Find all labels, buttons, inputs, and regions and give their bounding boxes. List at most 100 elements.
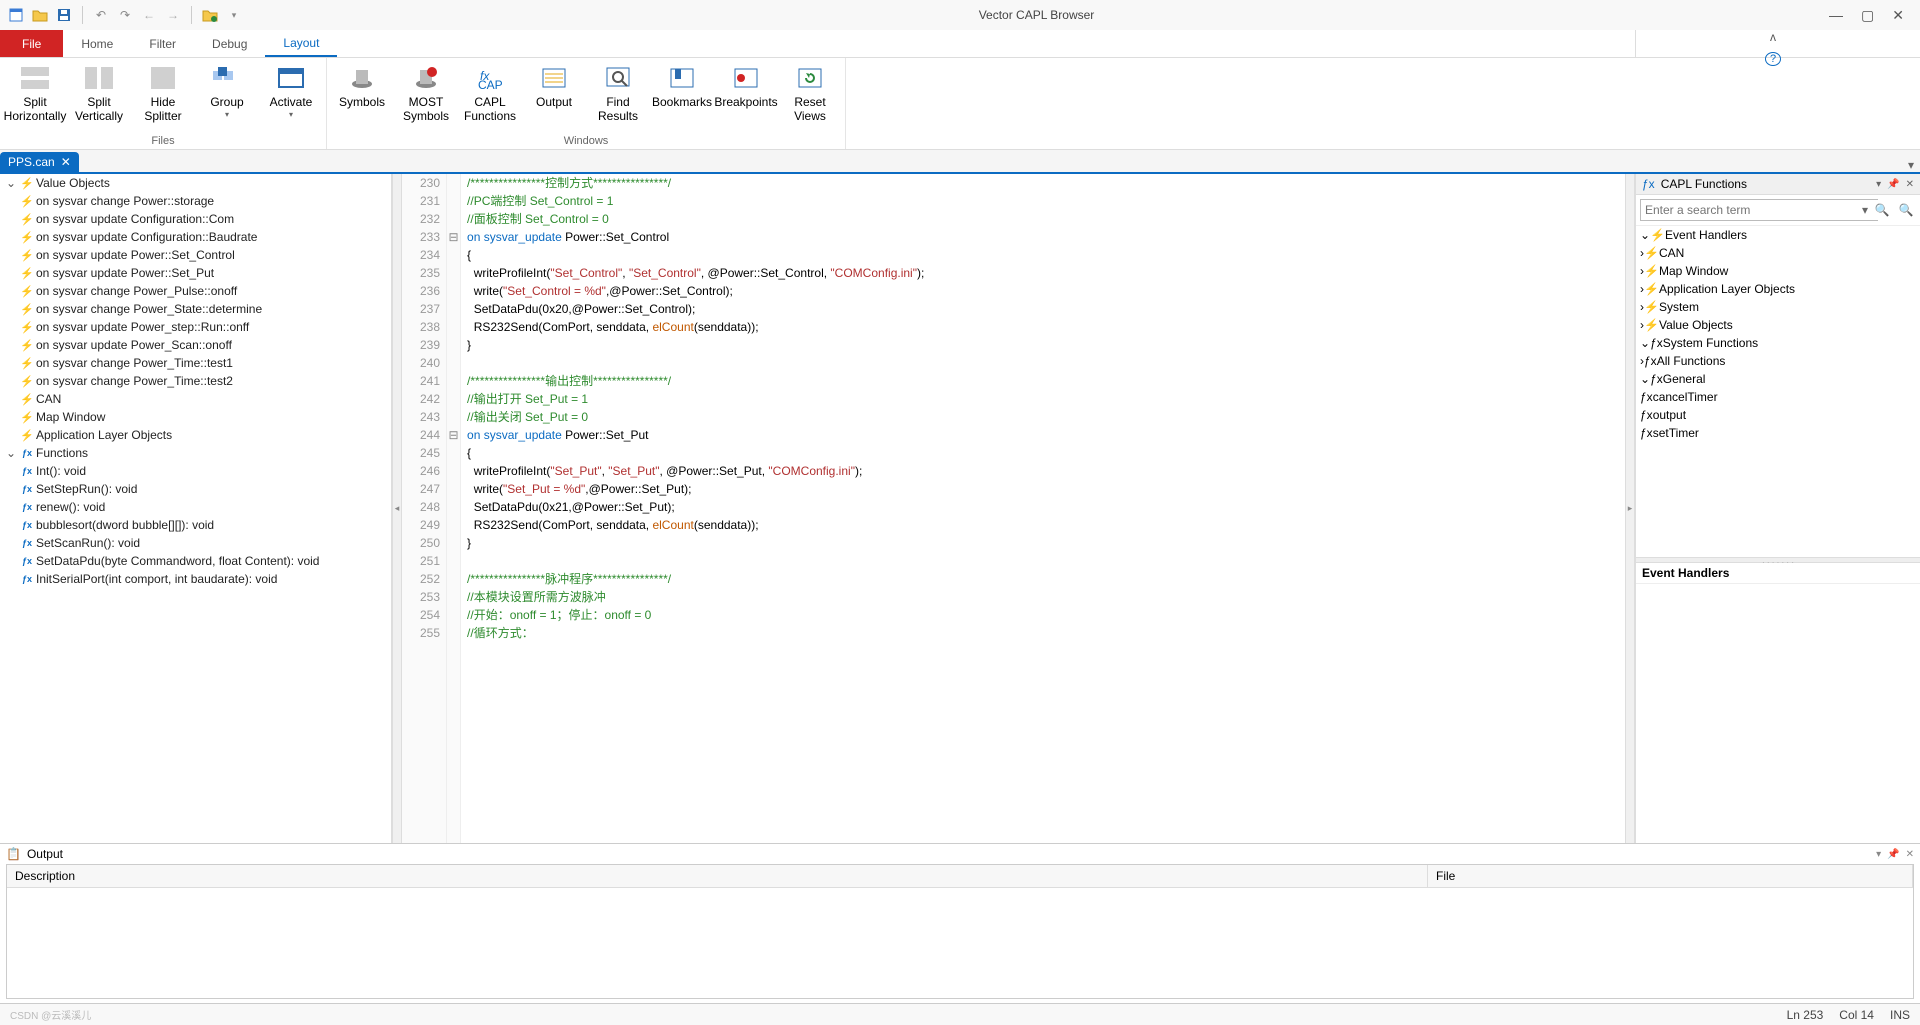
qat-redo-icon[interactable]: ↷ xyxy=(115,5,135,25)
tree-sysvar-3[interactable]: ⚡on sysvar update Power::Set_Control xyxy=(0,246,391,264)
left-collapse-handle[interactable]: ◂ xyxy=(392,174,402,843)
tree-func-6[interactable]: ƒxInitSerialPort(int comport, int baudar… xyxy=(0,570,391,588)
search-binoculars-icon[interactable]: 🔍 xyxy=(1872,200,1892,220)
bookmarks-button[interactable]: Bookmarks xyxy=(655,62,709,110)
tree-sysvar-7[interactable]: ⚡on sysvar update Power_step::Run::onff xyxy=(0,318,391,336)
tree-app-layer[interactable]: ⚡Application Layer Objects xyxy=(0,426,391,444)
output-menu-icon[interactable]: ▾ xyxy=(1876,849,1881,860)
panel-pin-icon[interactable]: 📌 xyxy=(1887,179,1899,190)
rtree-eh-0[interactable]: ›⚡CAN xyxy=(1636,244,1920,262)
tab-filter[interactable]: Filter xyxy=(131,30,194,57)
qat-folder-icon[interactable] xyxy=(200,5,220,25)
tree-functions[interactable]: ⌄ƒxFunctions xyxy=(0,444,391,462)
group-files-label: Files xyxy=(151,133,174,147)
qat-save-icon[interactable] xyxy=(54,5,74,25)
detail-title: Event Handlers xyxy=(1636,563,1920,584)
main-area: ⌄⚡Value Objects⚡on sysvar change Power::… xyxy=(0,174,1920,843)
tree-value-objects[interactable]: ⌄⚡Value Objects xyxy=(0,174,391,192)
panel-close-icon[interactable]: ✕ xyxy=(1906,179,1914,190)
help-icon[interactable]: ? xyxy=(1765,52,1781,66)
most-symbols-button[interactable]: MOST Symbols xyxy=(399,62,453,124)
right-collapse-handle[interactable]: ▸ xyxy=(1625,174,1635,843)
tree-sysvar-8[interactable]: ⚡on sysvar update Power_Scan::onoff xyxy=(0,336,391,354)
group-button[interactable]: Group▾ xyxy=(200,62,254,119)
tree-func-1[interactable]: ƒxSetStepRun(): void xyxy=(0,480,391,498)
tree-sysvar-0[interactable]: ⚡on sysvar change Power::storage xyxy=(0,192,391,210)
close-window-button[interactable]: ✕ xyxy=(1892,7,1904,24)
output-col-file[interactable]: File xyxy=(1428,865,1913,887)
file-tab-close-icon[interactable]: ✕ xyxy=(61,155,71,169)
rtree-gen-0[interactable]: ƒxcancelTimer xyxy=(1636,388,1920,406)
hide-splitter-button[interactable]: Hide Splitter xyxy=(136,62,190,124)
tree-sysvar-1[interactable]: ⚡on sysvar update Configuration::Com xyxy=(0,210,391,228)
file-tab-menu-icon[interactable]: ▾ xyxy=(1902,158,1920,172)
qat-undo-icon[interactable]: ↶ xyxy=(91,5,111,25)
rtree-eh-2[interactable]: ›⚡Application Layer Objects xyxy=(1636,280,1920,298)
symbols-button[interactable]: Symbols xyxy=(335,62,389,110)
status-col: Col 14 xyxy=(1839,1008,1874,1022)
capl-functions-button[interactable]: fxCAPLCAPL Functions xyxy=(463,62,517,124)
output-close-icon[interactable]: ✕ xyxy=(1906,849,1914,860)
file-tab-strip: PPS.can ✕ ▾ xyxy=(0,150,1920,174)
search-highlight-icon[interactable]: 🔍 xyxy=(1896,200,1916,220)
tab-file[interactable]: File xyxy=(0,30,63,57)
rtree-sys-func[interactable]: ⌄ƒxSystem Functions xyxy=(1636,334,1920,352)
breakpoints-button[interactable]: Breakpoints xyxy=(719,62,773,110)
tab-home[interactable]: Home xyxy=(63,30,131,57)
capl-search-input[interactable] xyxy=(1640,199,1878,221)
rtree-gen-1[interactable]: ƒxoutput xyxy=(1636,406,1920,424)
tree-sysvar-4[interactable]: ⚡on sysvar update Power::Set_Put xyxy=(0,264,391,282)
panel-menu-icon[interactable]: ▾ xyxy=(1876,179,1881,190)
minimize-button[interactable]: — xyxy=(1829,7,1843,24)
rtree-eh-3[interactable]: ›⚡System xyxy=(1636,298,1920,316)
tree-func-0[interactable]: ƒxInt(): void xyxy=(0,462,391,480)
status-bar: CSDN @云溪溪儿 Ln 253 Col 14 INS xyxy=(0,1003,1920,1025)
tab-layout[interactable]: Layout xyxy=(265,30,337,57)
rtree-eh-4[interactable]: ›⚡Value Objects xyxy=(1636,316,1920,334)
reset-views-button[interactable]: Reset Views xyxy=(783,62,837,124)
tree-sysvar-6[interactable]: ⚡on sysvar change Power_State::determine xyxy=(0,300,391,318)
output-pin-icon[interactable]: 📌 xyxy=(1887,849,1899,860)
tree-can[interactable]: ⚡CAN xyxy=(0,390,391,408)
split-horizontally-button[interactable]: Split Horizontally xyxy=(8,62,62,124)
rtree-event-handlers[interactable]: ⌄⚡Event Handlers xyxy=(1636,226,1920,244)
editor-code-area[interactable]: /****************控制方式****************///… xyxy=(461,174,1625,843)
rtree-all-func[interactable]: ›ƒxAll Functions xyxy=(1636,352,1920,370)
qat-new-icon[interactable] xyxy=(6,5,26,25)
editor-fold-column[interactable]: ⊟ ⊟ xyxy=(447,174,461,843)
activate-button[interactable]: Activate▾ xyxy=(264,62,318,119)
capl-search-row: ▾ 🔍 🔍 xyxy=(1636,195,1920,226)
ribbon-group-files: Split Horizontally Split Vertically Hide… xyxy=(0,58,327,149)
qat-fwd-icon[interactable]: → xyxy=(163,5,183,25)
group-windows-label: Windows xyxy=(564,133,609,147)
tree-func-4[interactable]: ƒxSetScanRun(): void xyxy=(0,534,391,552)
tree-sysvar-10[interactable]: ⚡on sysvar change Power_Time::test2 xyxy=(0,372,391,390)
capl-functions-icon: ƒx xyxy=(1642,177,1655,191)
collapse-ribbon-icon[interactable]: ʌ xyxy=(1770,30,1776,44)
maximize-button[interactable]: ▢ xyxy=(1861,7,1874,24)
qat-more-icon[interactable]: ▾ xyxy=(224,5,244,25)
tree-func-5[interactable]: ƒxSetDataPdu(byte Commandword, float Con… xyxy=(0,552,391,570)
capl-function-tree[interactable]: ⌄⚡Event Handlers›⚡CAN›⚡Map Window›⚡Appli… xyxy=(1636,226,1920,557)
rtree-eh-1[interactable]: ›⚡Map Window xyxy=(1636,262,1920,280)
rtree-general[interactable]: ⌄ƒxGeneral xyxy=(1636,370,1920,388)
output-col-description[interactable]: Description xyxy=(7,865,1428,887)
rtree-gen-2[interactable]: ƒxsetTimer xyxy=(1636,424,1920,442)
tree-func-3[interactable]: ƒxbubblesort(dword bubble[][]): void xyxy=(0,516,391,534)
tree-map-window[interactable]: ⚡Map Window xyxy=(0,408,391,426)
output-grid[interactable]: Description File xyxy=(6,864,1914,999)
output-button[interactable]: Output xyxy=(527,62,581,110)
code-editor[interactable]: 2302312322332342352362372382392402412422… xyxy=(402,174,1625,843)
tree-sysvar-2[interactable]: ⚡on sysvar update Configuration::Baudrat… xyxy=(0,228,391,246)
file-tab-pps[interactable]: PPS.can ✕ xyxy=(0,152,79,172)
qat-open-icon[interactable] xyxy=(30,5,50,25)
tree-func-2[interactable]: ƒxrenew(): void xyxy=(0,498,391,516)
browser-tree[interactable]: ⌄⚡Value Objects⚡on sysvar change Power::… xyxy=(0,174,391,843)
find-results-button[interactable]: Find Results xyxy=(591,62,645,124)
tree-sysvar-5[interactable]: ⚡on sysvar change Power_Pulse::onoff xyxy=(0,282,391,300)
split-vertically-button[interactable]: Split Vertically xyxy=(72,62,126,124)
tree-sysvar-9[interactable]: ⚡on sysvar change Power_Time::test1 xyxy=(0,354,391,372)
ribbon-group-windows: Symbols MOST Symbols fxCAPLCAPL Function… xyxy=(327,58,846,149)
tab-debug[interactable]: Debug xyxy=(194,30,265,57)
qat-back-icon[interactable]: ← xyxy=(139,5,159,25)
